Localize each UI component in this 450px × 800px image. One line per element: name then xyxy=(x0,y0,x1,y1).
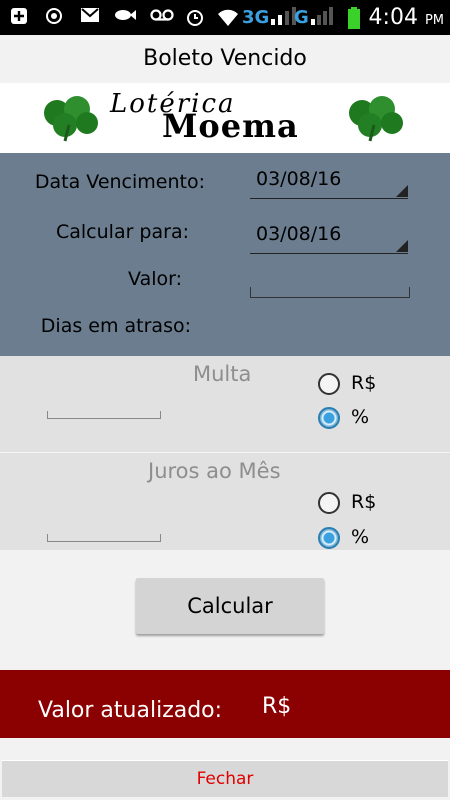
whatsapp-icon xyxy=(45,7,63,27)
wifi-icon xyxy=(216,7,240,27)
juros-input[interactable] xyxy=(47,534,161,542)
result-bar: Valor atualizado: R$ xyxy=(0,670,450,738)
fechar-button[interactable]: Fechar xyxy=(2,760,448,797)
juros-radio-currency[interactable] xyxy=(318,492,340,514)
alarm-icon xyxy=(185,7,205,27)
dropdown-arrow-icon xyxy=(396,185,408,197)
add-box-icon xyxy=(10,7,28,27)
data-vencimento-spinner[interactable]: 03/08/16 xyxy=(250,158,408,199)
calcular-button[interactable]: Calcular xyxy=(136,578,324,634)
calcular-para-label: Calcular para: xyxy=(55,221,189,243)
fish-icon xyxy=(113,7,137,27)
juros-radio-percent[interactable] xyxy=(318,527,340,549)
gmail-icon xyxy=(80,7,100,27)
dropdown-arrow-icon xyxy=(396,240,408,252)
valor-label: Valor: xyxy=(128,268,182,290)
multa-radio-percent[interactable] xyxy=(318,407,340,429)
battery-icon xyxy=(348,7,360,29)
calcular-para-value: 03/08/16 xyxy=(256,223,342,245)
page-title: Boleto Vencido xyxy=(0,35,450,83)
multa-radio-percent-label: % xyxy=(351,406,370,428)
data-vencimento-value: 03/08/16 xyxy=(256,168,342,190)
voicemail-icon xyxy=(150,7,174,27)
data-vencimento-label: Data Vencimento: xyxy=(34,171,205,193)
logo: Lotérica Moema xyxy=(0,83,450,153)
multa-section: Multa R$ % xyxy=(0,356,450,452)
juros-title: Juros ao Mês xyxy=(148,459,281,483)
dias-atraso-label: Dias em atraso: xyxy=(40,315,191,337)
juros-section: Juros ao Mês R$ % xyxy=(0,453,450,550)
multa-title: Multa xyxy=(193,362,252,386)
logo-text-moema: Moema xyxy=(162,107,299,145)
signal-g-icon: G xyxy=(294,7,335,28)
clover-icon-right xyxy=(349,96,403,142)
multa-input[interactable] xyxy=(47,411,161,419)
signal-3g-icon: 3G xyxy=(242,7,297,28)
valor-atualizado-currency: R$ xyxy=(262,694,292,719)
multa-radio-currency-label: R$ xyxy=(351,372,377,394)
juros-radio-currency-label: R$ xyxy=(351,491,377,513)
clock: 4:04 PM xyxy=(368,5,444,30)
valor-input[interactable] xyxy=(250,287,410,298)
valor-atualizado-label: Valor atualizado: xyxy=(38,698,223,723)
multa-radio-currency[interactable] xyxy=(318,373,340,395)
clover-icon-left xyxy=(44,96,98,142)
juros-radio-percent-label: % xyxy=(351,526,370,548)
calcular-para-spinner[interactable]: 03/08/16 xyxy=(250,213,408,254)
form-panel: Data Vencimento: 03/08/16 Calcular para:… xyxy=(0,153,450,356)
status-bar: 3G G 4:04 PM xyxy=(0,0,450,35)
